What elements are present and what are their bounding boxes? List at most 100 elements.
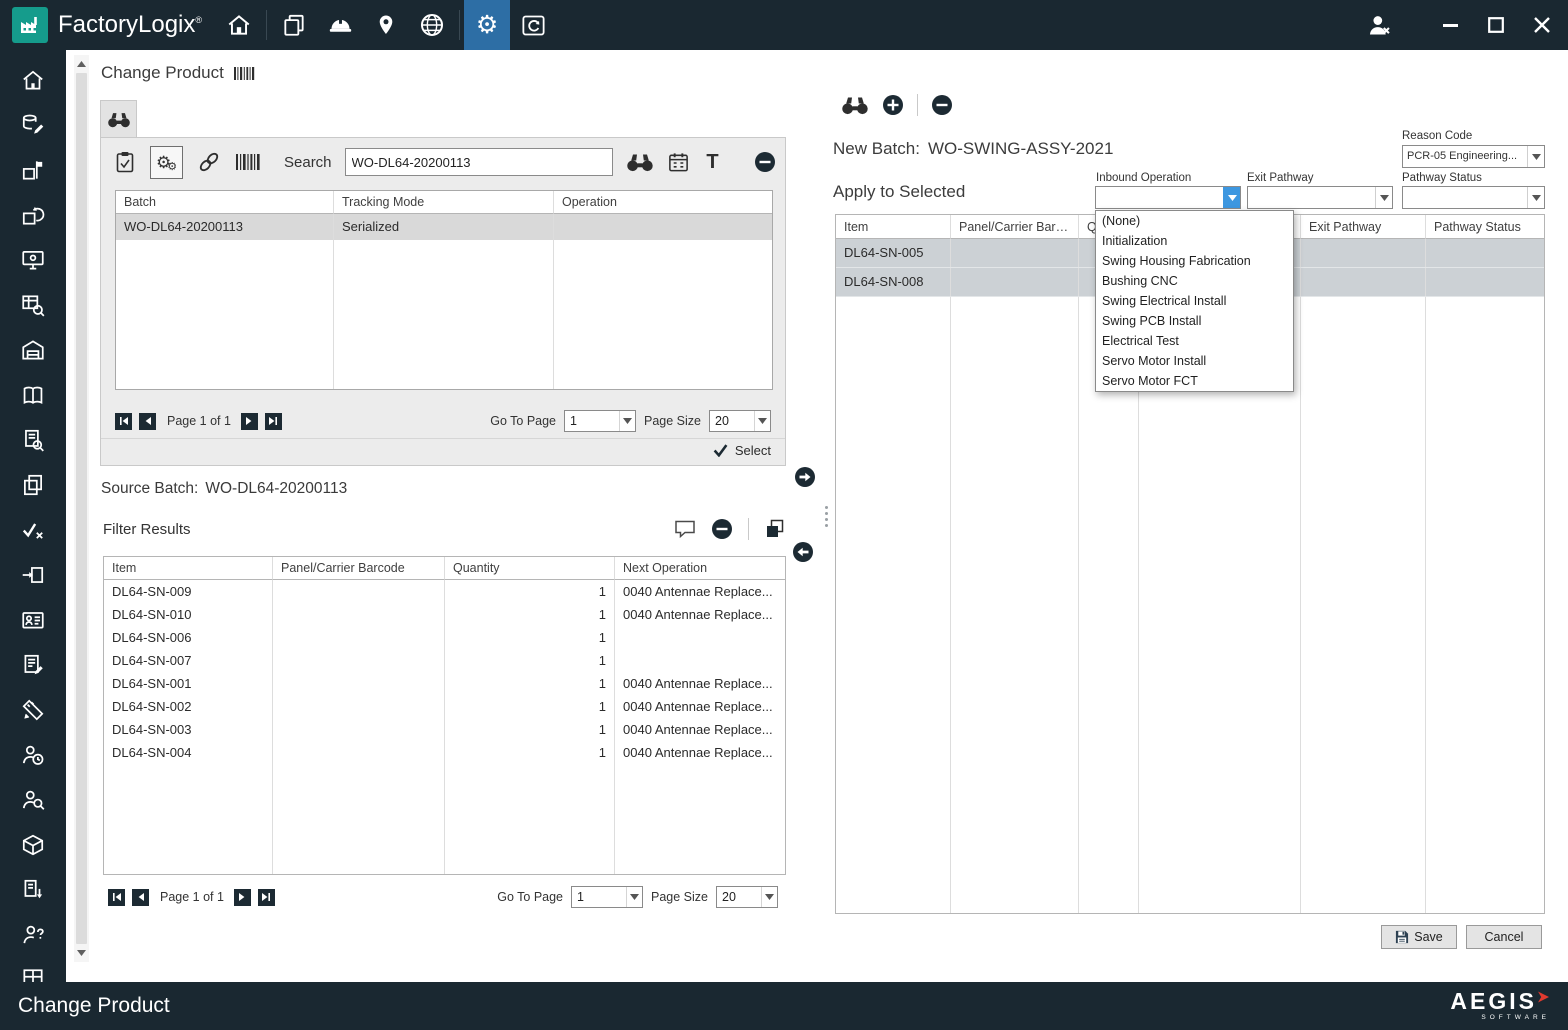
sidebar-item-document-search[interactable] xyxy=(19,426,47,454)
chevron-down-icon[interactable] xyxy=(754,411,770,431)
sidebar-item-material-export[interactable] xyxy=(19,876,47,904)
add-item-button[interactable] xyxy=(882,94,904,116)
column-header[interactable]: Exit Pathway xyxy=(1301,215,1426,239)
last-page-button[interactable] xyxy=(264,412,282,430)
sidebar-item-badge[interactable] xyxy=(19,606,47,634)
process-settings-button[interactable]: ⚙ ⚙ xyxy=(150,145,183,179)
page-size-select[interactable]: 20 xyxy=(709,410,771,432)
filter-table-row[interactable]: DL64-SN-002 1 0040 Antennae Replace... xyxy=(104,695,785,718)
cancel-button[interactable]: Cancel xyxy=(1466,925,1542,949)
sidebar-item-materials-grid[interactable] xyxy=(19,966,47,982)
user-signout-button[interactable] xyxy=(1356,0,1402,50)
select-button[interactable]: Select xyxy=(713,443,771,458)
go-to-page-input[interactable]: 1 xyxy=(564,410,637,432)
history-button[interactable] xyxy=(510,0,556,50)
column-header[interactable]: Operation xyxy=(554,191,772,214)
dropdown-option[interactable]: Bushing CNC xyxy=(1096,271,1293,291)
location-button[interactable] xyxy=(363,0,409,50)
settings-button-active[interactable]: ⚙ xyxy=(464,0,511,50)
inbound-operation-select[interactable] xyxy=(1095,186,1241,209)
clear-search-button[interactable] xyxy=(754,151,776,173)
scroll-up-icon[interactable] xyxy=(77,58,86,70)
column-header[interactable]: Batch xyxy=(116,191,334,214)
sidebar-item-copy-batch[interactable] xyxy=(19,471,47,499)
column-header[interactable]: Next Operation xyxy=(615,557,785,580)
dropdown-option[interactable]: Swing Housing Fabrication xyxy=(1096,251,1293,271)
chevron-down-icon[interactable] xyxy=(1527,187,1544,208)
search-input[interactable] xyxy=(344,148,613,176)
sidebar-item-material-transfer[interactable] xyxy=(19,561,47,589)
sidebar-item-operator-assist[interactable] xyxy=(19,921,47,949)
sidebar-item-batch-history[interactable] xyxy=(19,201,47,229)
first-page-button[interactable] xyxy=(115,412,132,430)
remove-items-button[interactable] xyxy=(711,518,733,540)
column-header[interactable]: Item xyxy=(836,215,951,239)
move-left-button[interactable] xyxy=(792,541,814,563)
sidebar-item-personnel-search[interactable] xyxy=(19,786,47,814)
link-button[interactable] xyxy=(196,149,222,175)
pathway-status-select[interactable] xyxy=(1402,186,1545,209)
chevron-down-icon[interactable] xyxy=(619,411,635,431)
filter-table-row[interactable]: DL64-SN-007 1 xyxy=(104,649,785,672)
dropdown-option[interactable]: Swing PCB Install xyxy=(1096,311,1293,331)
previous-page-button[interactable] xyxy=(139,412,156,430)
filter-table-row[interactable]: DL64-SN-006 1 xyxy=(104,626,785,649)
sidebar-item-engineering-tools[interactable] xyxy=(19,696,47,724)
exit-pathway-select[interactable] xyxy=(1247,186,1393,209)
column-header[interactable]: Quantity xyxy=(445,557,615,580)
chevron-down-icon[interactable] xyxy=(1375,187,1392,208)
sidebar-item-data-editor[interactable] xyxy=(19,111,47,139)
remove-item-button[interactable] xyxy=(931,94,953,116)
maximize-button[interactable] xyxy=(1478,3,1514,47)
chevron-down-icon[interactable] xyxy=(1223,187,1240,208)
dropdown-option[interactable]: Swing Electrical Install xyxy=(1096,291,1293,311)
column-header[interactable]: Item xyxy=(104,557,273,580)
sidebar-item-product-definition[interactable] xyxy=(19,156,47,184)
date-filter-button[interactable] xyxy=(667,151,690,174)
sidebar-item-machine-interface[interactable] xyxy=(19,246,47,274)
splitter-handle[interactable] xyxy=(821,498,831,534)
sidebar-item-operator-time[interactable] xyxy=(19,741,47,769)
checklist-button[interactable] xyxy=(113,150,137,174)
chevron-down-icon[interactable] xyxy=(626,887,642,907)
column-header[interactable]: Pathway Status xyxy=(1426,215,1544,239)
dropdown-option[interactable]: Initialization xyxy=(1096,231,1293,251)
next-page-button[interactable] xyxy=(233,888,251,906)
go-to-page-input[interactable]: 1 xyxy=(571,886,644,908)
documents-button[interactable] xyxy=(271,0,317,50)
next-page-button[interactable] xyxy=(240,412,258,430)
sidebar-item-packaging[interactable] xyxy=(19,831,47,859)
sidebar-item-warehouse[interactable] xyxy=(19,336,47,364)
sidebar-item-home[interactable] xyxy=(19,66,47,94)
scrollbar-thumb[interactable] xyxy=(76,73,87,944)
minimize-button[interactable] xyxy=(1432,3,1468,47)
sidebar-item-report-editor[interactable] xyxy=(19,651,47,679)
scroll-down-icon[interactable] xyxy=(77,947,86,959)
barcode-scan-button[interactable] xyxy=(235,152,261,172)
tab-batch-search[interactable] xyxy=(100,100,137,138)
chevron-down-icon[interactable] xyxy=(1527,146,1544,167)
operator-button[interactable] xyxy=(317,0,363,50)
move-right-button[interactable] xyxy=(794,466,816,488)
filter-table-row[interactable]: DL64-SN-004 1 0040 Antennae Replace... xyxy=(104,741,785,764)
filter-table-row[interactable]: DL64-SN-001 1 0040 Antennae Replace... xyxy=(104,672,785,695)
chevron-down-icon[interactable] xyxy=(761,887,777,907)
reason-code-select[interactable]: PCR-05 Engineering... xyxy=(1402,145,1545,168)
page-size-select[interactable]: 20 xyxy=(716,886,778,908)
close-button[interactable] xyxy=(1524,3,1560,47)
globe-button[interactable] xyxy=(409,0,455,50)
select-all-button[interactable] xyxy=(764,518,786,540)
filter-table-row[interactable]: DL64-SN-003 1 0040 Antennae Replace... xyxy=(104,718,785,741)
vertical-scrollbar[interactable] xyxy=(74,55,89,962)
search-execute-button[interactable] xyxy=(626,152,654,172)
save-button[interactable]: Save xyxy=(1381,925,1457,949)
dropdown-option[interactable]: Servo Motor FCT xyxy=(1096,371,1293,391)
sidebar-item-data-query[interactable] xyxy=(19,291,47,319)
column-header[interactable]: Panel/Carrier Barcode xyxy=(273,557,445,580)
column-header[interactable]: Tracking Mode xyxy=(334,191,554,214)
dropdown-option[interactable]: Electrical Test xyxy=(1096,331,1293,351)
home-button[interactable] xyxy=(216,0,262,50)
text-filter-button[interactable]: T xyxy=(703,151,723,174)
first-page-button[interactable] xyxy=(108,888,125,906)
filter-table-row[interactable]: DL64-SN-009 1 0040 Antennae Replace... xyxy=(104,580,785,603)
